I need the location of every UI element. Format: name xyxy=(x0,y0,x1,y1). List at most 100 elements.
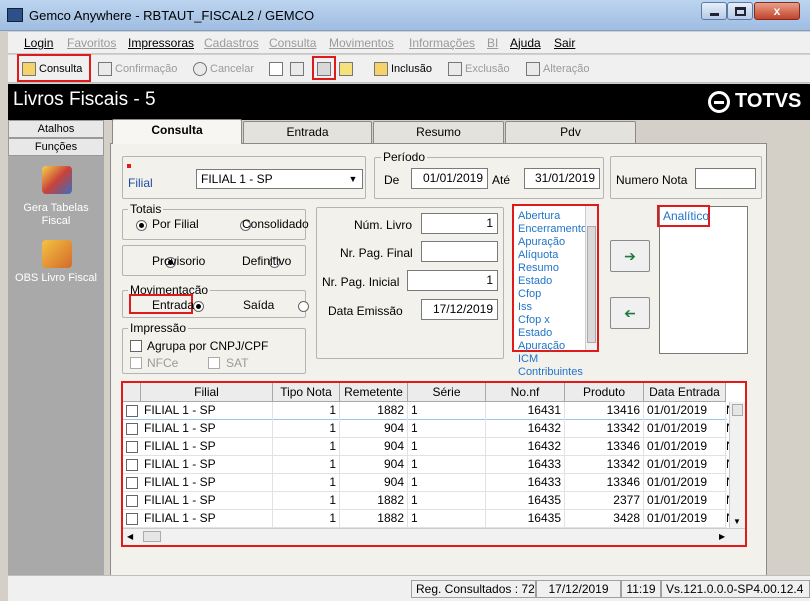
saida-radio[interactable] xyxy=(297,301,309,313)
close-button[interactable]: x xyxy=(754,2,800,20)
new-document-button[interactable] xyxy=(269,62,283,76)
numero-nota-input[interactable] xyxy=(695,168,756,189)
preview-button[interactable] xyxy=(339,62,353,76)
available-list-item[interactable]: Contribuintes xyxy=(514,366,586,379)
available-list-item[interactable]: Encerramento xyxy=(514,223,587,236)
row-checkbox[interactable] xyxy=(126,513,138,525)
exclusao-button[interactable]: Exclusão xyxy=(448,62,510,76)
grid-column-header[interactable]: Remetente xyxy=(340,383,408,402)
agrupa-checkbox[interactable] xyxy=(130,340,142,352)
consulta-button[interactable]: Consulta xyxy=(22,62,82,76)
table-row[interactable]: FILIAL 1 - SP19041164331334201/01/2019N xyxy=(123,456,732,474)
grid-column-header[interactable]: Filial xyxy=(141,383,273,402)
table-row[interactable]: FILIAL 1 - SP11882116435237701/01/2019N xyxy=(123,492,732,510)
grid-hscroll-thumb[interactable] xyxy=(143,531,161,542)
entrada-label[interactable]: Entrada xyxy=(152,298,194,312)
scroll-down-icon[interactable]: ▼ xyxy=(733,517,741,526)
agrupa-label[interactable]: Agrupa por CNPJ/CPF xyxy=(147,339,268,353)
menu-informacoes[interactable]: Informações xyxy=(409,36,475,50)
available-reports-list[interactable]: Abertura Encerramento Apuração Alíquota Resu… xyxy=(512,204,599,378)
list-scrollbar[interactable] xyxy=(585,206,597,350)
available-list-item[interactable]: Apuração xyxy=(514,236,586,249)
tab-resumo[interactable]: Resumo xyxy=(373,121,504,143)
grid-column-header[interactable]: Data Entrada xyxy=(644,383,726,402)
menu-favoritos[interactable]: Favoritos xyxy=(67,36,116,50)
nfce-checkbox[interactable] xyxy=(130,357,142,369)
nfce-label[interactable]: NFCe xyxy=(147,356,178,370)
remove-from-selected-button[interactable]: ➔ xyxy=(610,297,650,329)
selected-reports-list[interactable] xyxy=(659,206,748,354)
consolidado-label[interactable]: Consolidado xyxy=(242,217,309,231)
export-button[interactable] xyxy=(290,62,304,76)
available-list-item[interactable]: Resumo xyxy=(514,262,586,275)
menu-impressoras[interactable]: Impressoras xyxy=(128,36,194,50)
alteracao-button[interactable]: Alteração xyxy=(526,62,589,76)
cancelar-button[interactable]: Cancelar xyxy=(193,62,254,76)
filial-select[interactable]: FILIAL 1 - SP ▼ xyxy=(196,169,363,189)
available-list-item[interactable]: Estado xyxy=(514,275,586,288)
scroll-right-icon[interactable]: ▶ xyxy=(719,532,725,541)
available-list-item[interactable]: Abertura xyxy=(514,210,586,223)
available-list-item[interactable]: Alíquota xyxy=(514,249,586,262)
menu-login[interactable]: Login xyxy=(24,36,53,50)
grid-column-header[interactable]: No.nf xyxy=(486,383,565,402)
add-to-selected-button[interactable]: ➔ xyxy=(610,240,650,272)
grid-column-header[interactable]: Tipo Nota xyxy=(273,383,340,402)
obs-livro-icon[interactable] xyxy=(42,240,72,268)
available-list-item[interactable]: Apuração ICM xyxy=(514,340,586,366)
selected-item[interactable]: Analítico xyxy=(659,210,709,223)
confirmacao-button[interactable]: Confirmação xyxy=(98,62,177,76)
table-row[interactable]: FILIAL 1 - SP19041164321334601/01/2019N xyxy=(123,438,732,456)
grid-vertical-scrollbar[interactable]: ▼ xyxy=(729,402,745,528)
row-checkbox[interactable] xyxy=(126,477,138,489)
definitivo-label[interactable]: Definitivo xyxy=(242,254,291,268)
grid-scroll-thumb[interactable] xyxy=(732,404,743,416)
gera-tabelas-icon[interactable] xyxy=(42,166,72,194)
nr-pag-final-input[interactable] xyxy=(421,241,498,262)
data-emissao-input[interactable]: 17/12/2019 xyxy=(421,299,498,320)
row-checkbox[interactable] xyxy=(126,495,138,507)
maximize-button[interactable] xyxy=(727,2,753,20)
menu-cadastros[interactable]: Cadastros xyxy=(204,36,259,50)
list-scroll-thumb[interactable] xyxy=(587,226,596,343)
table-row[interactable]: FILIAL 1 - SP118821164311341601/01/2019N xyxy=(123,402,732,420)
por-filial-label[interactable]: Por Filial xyxy=(152,217,199,231)
menu-sair[interactable]: Sair xyxy=(554,36,575,50)
menu-consulta[interactable]: Consulta xyxy=(269,36,316,50)
de-date-input[interactable]: 01/01/2019 xyxy=(411,168,488,189)
print-button[interactable] xyxy=(317,62,331,76)
num-livro-input[interactable]: 1 xyxy=(421,213,498,234)
grid-column-header[interactable]: Série xyxy=(408,383,486,402)
obs-livro-label[interactable]: OBS Livro Fiscal xyxy=(8,272,104,285)
available-list-item[interactable]: Iss xyxy=(514,301,586,314)
row-checkbox[interactable] xyxy=(126,441,138,453)
nr-pag-inicial-input[interactable]: 1 xyxy=(407,270,498,291)
tab-consulta[interactable]: Consulta xyxy=(112,119,242,144)
menu-movimentos[interactable]: Movimentos xyxy=(329,36,394,50)
funcoes-button[interactable]: Funções xyxy=(8,138,104,156)
sat-checkbox[interactable] xyxy=(208,357,220,369)
grid-horizontal-scrollbar[interactable]: ◀ ▶ xyxy=(123,528,745,545)
row-checkbox[interactable] xyxy=(126,459,138,471)
ate-date-input[interactable]: 31/01/2019 xyxy=(524,168,600,189)
tab-entrada[interactable]: Entrada xyxy=(243,121,372,143)
table-row[interactable]: FILIAL 1 - SP19041164331334601/01/2019N xyxy=(123,474,732,492)
tab-pdv[interactable]: Pdv xyxy=(505,121,636,143)
table-row[interactable]: FILIAL 1 - SP11882116435342801/01/2019N xyxy=(123,510,732,528)
atalhos-button[interactable]: Atalhos xyxy=(8,120,104,138)
available-list-item[interactable]: Cfop xyxy=(514,288,586,301)
row-checkbox[interactable] xyxy=(126,405,138,417)
row-checkbox[interactable] xyxy=(126,423,138,435)
scroll-left-icon[interactable]: ◀ xyxy=(127,532,133,541)
provisorio-label[interactable]: Provisorio xyxy=(152,254,205,268)
menu-ajuda[interactable]: Ajuda xyxy=(510,36,541,50)
minimize-button[interactable] xyxy=(701,2,727,20)
inclusao-button[interactable]: Inclusão xyxy=(374,62,432,76)
saida-label[interactable]: Saída xyxy=(243,298,274,312)
table-row[interactable]: FILIAL 1 - SP19041164321334201/01/2019N xyxy=(123,420,732,438)
sat-label[interactable]: SAT xyxy=(226,356,248,370)
available-list-item[interactable]: Cfop x Estado xyxy=(514,314,586,340)
gera-tabelas-label[interactable]: Gera Tabelas Fiscal xyxy=(8,202,104,228)
grid-column-header[interactable]: Produto xyxy=(565,383,644,402)
menu-bi[interactable]: BI xyxy=(487,36,498,50)
